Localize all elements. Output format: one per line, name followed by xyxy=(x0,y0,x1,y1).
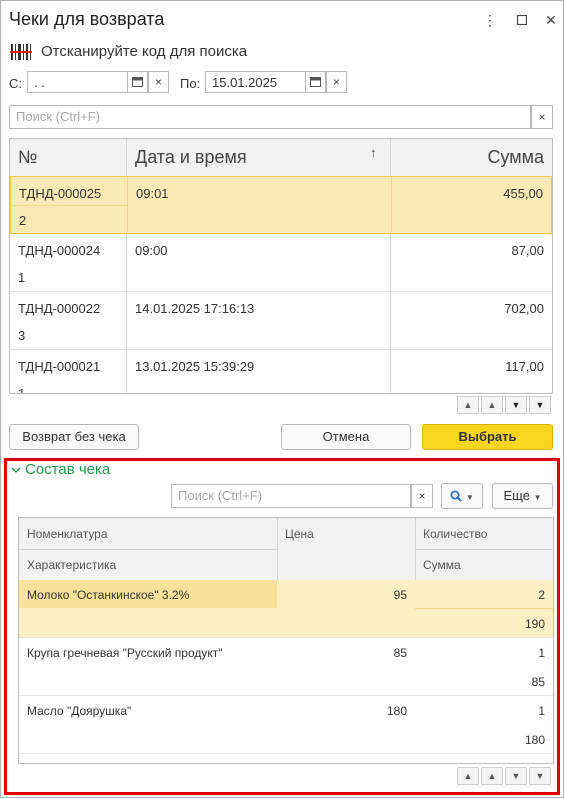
row-number: ТДНД-000025 xyxy=(19,186,102,201)
table-row[interactable]: ТДНД-000024 1 09:00 87,00 xyxy=(10,234,552,292)
table-row[interactable]: Масло "Доярушка" 180 1 180 xyxy=(19,696,553,754)
contents-table[interactable]: Номенклатура Характеристика Цена Количес… xyxy=(18,517,554,764)
cancel-button[interactable]: Отмена xyxy=(281,424,411,450)
select-button[interactable]: Выбрать xyxy=(422,424,553,450)
row-qty: 1 xyxy=(538,704,545,718)
col-quantity[interactable]: Количество xyxy=(423,527,487,541)
row-datetime: 09:00 xyxy=(135,243,168,258)
contents-scroll-down-button[interactable]: ▼ xyxy=(505,767,527,785)
search-clear-button[interactable]: × xyxy=(531,105,553,129)
scroll-last-button[interactable]: ▼ xyxy=(529,396,551,414)
clear-to-button[interactable]: × xyxy=(326,71,347,93)
col-sum[interactable]: Сумма xyxy=(391,139,552,176)
table-row[interactable]: ТДНД-000021 1 13.01.2025 15:39:29 117,00 xyxy=(10,350,552,394)
col-nomenclature[interactable]: Номенклатура xyxy=(27,527,108,541)
from-label: С: xyxy=(9,76,22,91)
date-to-field[interactable]: 15.01.2025 xyxy=(205,71,306,93)
more-button[interactable]: Еще ▼ xyxy=(492,483,553,509)
row-sum: 455,00 xyxy=(503,186,543,201)
row-number-suffix: 1 xyxy=(18,386,26,394)
dropdown-caret-icon: ▼ xyxy=(465,493,474,502)
calendar-from-icon[interactable] xyxy=(127,71,148,93)
chevron-down-icon xyxy=(11,461,25,478)
row-datetime: 09:01 xyxy=(136,186,169,201)
row-qty: 2 xyxy=(538,588,545,602)
row-name: Молоко "Останкинское" 3.2% xyxy=(27,588,190,602)
row-sum: 87,00 xyxy=(511,243,544,258)
row-sum: 85 xyxy=(531,675,545,689)
row-name: Масло "Доярушка" xyxy=(27,704,132,718)
row-number: ТДНД-000024 xyxy=(18,243,101,258)
date-from-field[interactable]: . . xyxy=(27,71,128,93)
col-number[interactable]: № xyxy=(10,139,127,176)
contents-search-clear-button[interactable]: × xyxy=(411,484,433,508)
row-sum: 180 xyxy=(524,733,545,747)
receipts-table[interactable]: № Дата и время ↑ Сумма ТДНД-000025 2 09:… xyxy=(9,138,553,394)
col-datetime[interactable]: Дата и время xyxy=(127,139,391,176)
receipts-header: № Дата и время ↑ Сумма xyxy=(10,139,552,177)
row-sum: 190 xyxy=(524,617,545,631)
contents-scroll-last-button[interactable]: ▼ xyxy=(529,767,551,785)
table-row[interactable]: ТДНД-000025 2 09:01 455,00 xyxy=(10,176,552,234)
scan-hint: Отсканируйте код для поиска xyxy=(41,43,248,60)
more-label: Еще xyxy=(503,488,530,503)
row-number-suffix: 2 xyxy=(19,213,27,228)
col-characteristic[interactable]: Характеристика xyxy=(27,558,116,572)
section-title: Состав чека xyxy=(25,461,111,478)
sort-asc-icon: ↑ xyxy=(370,145,377,160)
dialog-window: Чеки для возврата ⋮ ✕ Отсканируйте код д… xyxy=(0,0,564,798)
scroll-down-button[interactable]: ▼ xyxy=(505,396,527,414)
dropdown-caret-icon: ▼ xyxy=(533,493,542,502)
row-name: Крупа гречневая "Русский продукт" xyxy=(27,646,223,660)
col-price[interactable]: Цена xyxy=(285,527,314,541)
search-options-button[interactable]: ▼ xyxy=(441,483,483,509)
table-row[interactable]: Молоко "Останкинское" 3.2% 95 2 190 xyxy=(19,580,553,638)
scroll-up-button[interactable]: ▲ xyxy=(481,396,503,414)
row-number-suffix: 1 xyxy=(18,270,26,285)
search-icon xyxy=(450,488,466,503)
close-icon[interactable]: ✕ xyxy=(542,11,560,29)
to-label: По: xyxy=(180,76,201,91)
row-number-suffix: 3 xyxy=(18,328,26,343)
row-sum: 702,00 xyxy=(504,301,544,316)
table-row[interactable]: ТДНД-000022 3 14.01.2025 17:16:13 702,00 xyxy=(10,292,552,350)
contents-search-input[interactable]: Поиск (Ctrl+F) xyxy=(171,484,411,508)
table-row[interactable]: Крупа гречневая "Русский продукт" 85 1 8… xyxy=(19,638,553,696)
row-datetime: 13.01.2025 15:39:29 xyxy=(135,359,255,374)
row-sum: 117,00 xyxy=(505,359,544,374)
contents-header: Номенклатура Характеристика Цена Количес… xyxy=(19,518,553,581)
row-price: 95 xyxy=(393,588,407,602)
window-title: Чеки для возврата xyxy=(9,9,165,29)
barcode-icon[interactable] xyxy=(10,43,32,61)
return-without-receipt-button[interactable]: Возврат без чека xyxy=(9,424,139,450)
more-menu-icon[interactable]: ⋮ xyxy=(481,11,499,29)
row-number: ТДНД-000021 xyxy=(18,359,101,374)
clear-from-button[interactable]: × xyxy=(148,71,169,93)
col-sum[interactable]: Сумма xyxy=(423,558,461,572)
calendar-to-icon[interactable] xyxy=(305,71,326,93)
row-price: 85 xyxy=(393,646,407,660)
maximize-icon[interactable] xyxy=(513,11,531,29)
contents-scroll-first-button[interactable]: ▲ xyxy=(457,767,479,785)
row-qty: 1 xyxy=(538,646,545,660)
search-input[interactable]: Поиск (Ctrl+F) xyxy=(9,105,531,129)
contents-scroll-up-button[interactable]: ▲ xyxy=(481,767,503,785)
section-toggle[interactable]: Состав чека xyxy=(11,461,110,478)
scroll-first-button[interactable]: ▲ xyxy=(457,396,479,414)
row-price: 180 xyxy=(386,704,407,718)
row-datetime: 14.01.2025 17:16:13 xyxy=(135,301,255,316)
row-number: ТДНД-000022 xyxy=(18,301,101,316)
